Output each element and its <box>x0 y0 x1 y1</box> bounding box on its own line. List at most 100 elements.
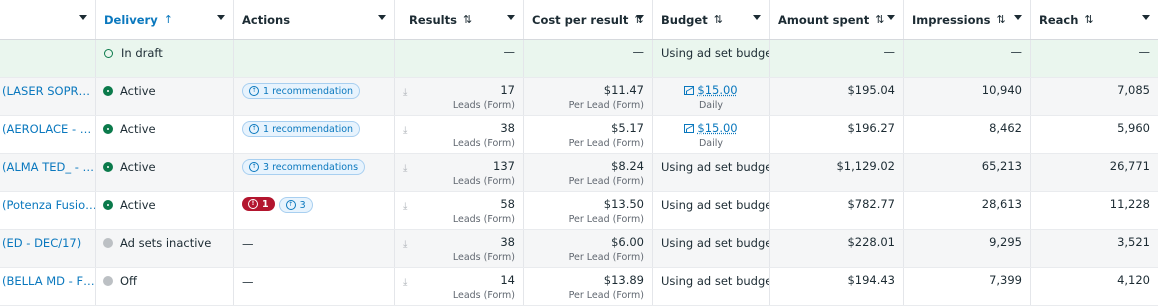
spent-cell: — <box>770 40 904 77</box>
status-dot-icon <box>104 239 112 247</box>
reach-cell: 7,085 <box>1031 78 1158 115</box>
table-row[interactable]: (ED - DEC/17) Ad sets inactive — ⤓ 38 Leads (… <box>0 230 1158 268</box>
actions-column-header[interactable]: Actions <box>234 0 395 39</box>
results-type: Leads (Form) <box>452 176 515 187</box>
chevron-down-icon[interactable] <box>636 15 644 20</box>
sort-icon[interactable]: ⇅ <box>463 13 472 26</box>
sort-icon[interactable]: ⇅ <box>1084 13 1093 26</box>
cost-type: Per Lead (Form) <box>568 176 644 187</box>
chevron-down-icon[interactable] <box>1014 15 1022 20</box>
delivery-column-header[interactable]: Delivery ↑ <box>96 0 234 39</box>
budget-value: Using ad set budget <box>661 46 770 60</box>
download-icon[interactable]: ⤓ <box>403 239 407 250</box>
download-icon[interactable]: ⤓ <box>403 201 407 212</box>
spent-value: $782.77 <box>847 197 895 211</box>
cost-cell: — <box>524 40 653 77</box>
recommendation-badge[interactable]: ↑ 1 recommendation <box>242 121 361 137</box>
impressions-cell: 28,613 <box>904 192 1031 229</box>
table-row[interactable]: (AEROLACE - … Active ↑ 1 recommendation ⤓ 38 L… <box>0 116 1158 154</box>
budget-value: Using ad set budget <box>661 274 770 288</box>
download-icon[interactable]: ⤓ <box>403 87 407 98</box>
sort-icon[interactable]: ⇅ <box>997 13 1006 26</box>
table-row[interactable]: (Potenza Fusio… Active! 1 ↑ 3 ⤓ 58 Leads (Form)… <box>0 192 1158 230</box>
delivery-cell: Off <box>96 268 234 305</box>
recommendation-badge[interactable]: ↑ 3 <box>278 197 313 213</box>
recommendation-icon: ↑ <box>285 200 296 210</box>
delivery-cell: Active <box>96 116 234 153</box>
name-column-header[interactable] <box>0 0 96 39</box>
spent-cell: $196.27 <box>770 116 904 153</box>
actions-cell: ↑ 1 recommendation <box>234 78 395 115</box>
budget-column-header[interactable]: Budget ⇅ <box>653 0 770 39</box>
delivery-status: Active <box>120 198 156 212</box>
ad-name-link[interactable]: (BELLA MD - F… <box>2 274 95 288</box>
budget-cell: Using ad set budget <box>653 230 770 267</box>
ad-name-link[interactable]: (AEROLACE - … <box>2 122 91 136</box>
download-icon[interactable]: ⤓ <box>403 125 407 136</box>
impressions-value: 10,940 <box>981 83 1022 97</box>
results-column-header[interactable]: Results ⇅ <box>395 0 524 39</box>
recommendation-icon: ↑ <box>249 124 259 134</box>
sort-icon[interactable]: ⇅ <box>875 13 884 26</box>
table-row-draft[interactable]: In draft — — Using ad set budget — — — <box>0 40 1158 78</box>
chevron-down-icon[interactable] <box>507 15 515 20</box>
delivery-status: Active <box>120 160 156 174</box>
recommendation-badge[interactable]: ↑ 1 recommendation <box>242 83 361 99</box>
recommendation-label: 1 recommendation <box>263 123 354 135</box>
cost-cell: $8.24 Per Lead (Form) <box>524 154 653 191</box>
recommendation-badge[interactable]: ↑ 3 recommendations <box>242 159 366 175</box>
spent-value: $195.04 <box>847 83 895 97</box>
cost-value: — <box>632 45 645 59</box>
chevron-down-icon[interactable] <box>79 15 87 20</box>
budget-link[interactable]: $15.00 <box>684 83 738 97</box>
table-header: Delivery ↑ Actions Results ⇅ Cost per re… <box>0 0 1158 40</box>
results-type: Leads (Form) <box>452 100 515 111</box>
impressions-value: 9,295 <box>989 235 1022 249</box>
name-cell: (Potenza Fusio… <box>0 192 96 229</box>
draft-status-icon <box>104 49 113 58</box>
impressions-column-header[interactable]: Impressions ⇅ <box>904 0 1031 39</box>
name-cell: (ALMA TED_ - … <box>0 154 96 191</box>
spent-cell: $194.43 <box>770 268 904 305</box>
reach-column-header[interactable]: Reach ⇅ <box>1031 0 1158 39</box>
chevron-down-icon[interactable] <box>887 15 895 20</box>
actions-cell: ↑ 3 recommendations <box>234 154 395 191</box>
budget-link[interactable]: $15.00 <box>684 121 738 135</box>
reach-value: 7,085 <box>1117 83 1150 97</box>
table-row[interactable]: (LASER SOPR… Active ↑ 1 recommendation ⤓ 17 Le… <box>0 78 1158 116</box>
download-icon[interactable]: ⤓ <box>403 277 407 288</box>
recommendation-label: 1 recommendation <box>263 85 354 97</box>
chevron-down-icon[interactable] <box>378 15 386 20</box>
amount-spent-column-header[interactable]: Amount spent ⇅ <box>770 0 904 39</box>
ad-name-link[interactable]: (LASER SOPR… <box>2 84 90 98</box>
status-dot-icon <box>104 201 112 209</box>
results-value: — <box>503 45 516 59</box>
table-row[interactable]: (ALMA TED_ - … Active ↑ 3 recommendations ⤓ 1… <box>0 154 1158 192</box>
chevron-down-icon[interactable] <box>753 15 761 20</box>
status-dot-icon <box>104 87 112 95</box>
results-type: Leads (Form) <box>452 252 515 263</box>
chevron-down-icon[interactable] <box>1142 15 1150 20</box>
actions-cell: ! 1 ↑ 3 <box>234 192 395 229</box>
reach-cell: 4,120 <box>1031 268 1158 305</box>
download-icon[interactable]: ⤓ <box>403 163 407 174</box>
chevron-down-icon[interactable] <box>217 15 225 20</box>
cost-cell: $11.47 Per Lead (Form) <box>524 78 653 115</box>
table-row[interactable]: (BELLA MD - F… Off — ⤓ 14 Leads (Form) $13.89 P… <box>0 268 1158 306</box>
ad-name-link[interactable]: (ED - DEC/17) <box>2 236 81 250</box>
ad-name-link[interactable]: (Potenza Fusio… <box>2 198 95 212</box>
budget-period: Daily <box>698 138 724 149</box>
impressions-cell: — <box>904 40 1031 77</box>
results-cell: ⤓ 17 Leads (Form) <box>395 78 524 115</box>
results-cell: — <box>395 40 524 77</box>
budget-cell: Using ad set budget <box>653 154 770 191</box>
cost-column-header[interactable]: Cost per result ⇅ <box>524 0 653 39</box>
spent-cell: $782.77 <box>770 192 904 229</box>
sort-icon[interactable]: ⇅ <box>714 13 723 26</box>
sort-asc-icon[interactable]: ↑ <box>164 13 173 26</box>
name-cell: (AEROLACE - … <box>0 116 96 153</box>
spent-value: $196.27 <box>847 121 895 135</box>
ad-name-link[interactable]: (ALMA TED_ - … <box>2 160 94 174</box>
error-badge[interactable]: ! 1 <box>242 197 275 211</box>
results-cell: ⤓ 58 Leads (Form) <box>395 192 524 229</box>
